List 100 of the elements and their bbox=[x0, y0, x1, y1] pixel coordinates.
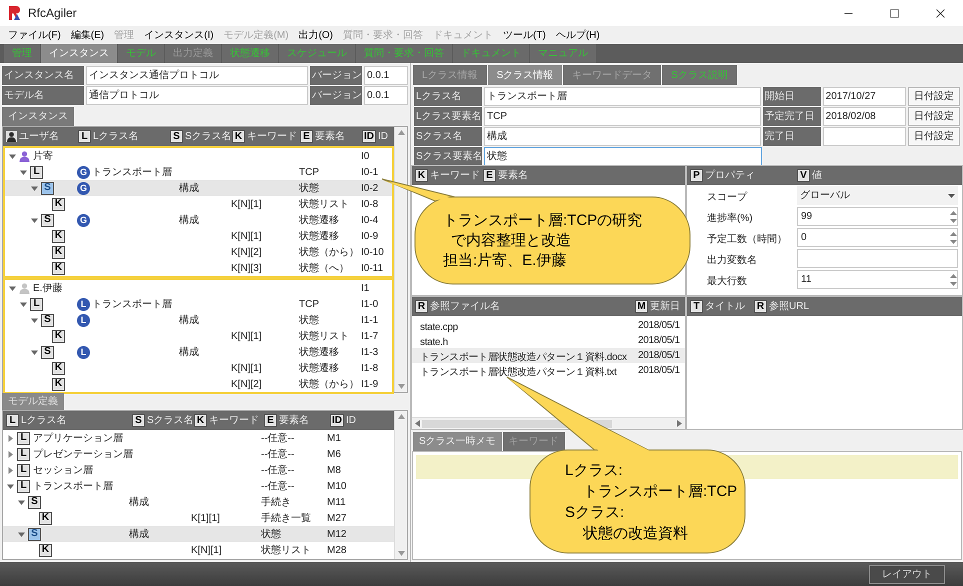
sclass-name: 構成 bbox=[179, 314, 199, 328]
element-name: --任意-- bbox=[261, 480, 294, 494]
letter-icon: ID bbox=[330, 414, 344, 427]
column-header: 参照URL bbox=[769, 300, 810, 314]
element-name: 状態（から） bbox=[299, 246, 359, 260]
keyword-text: K[N][1] bbox=[231, 362, 262, 376]
date-text: 2018/05/1 bbox=[638, 319, 680, 333]
letter-icon: ID bbox=[362, 130, 376, 143]
letter-icon: K bbox=[39, 512, 52, 524]
field-label: Sクラス要素名 bbox=[414, 147, 482, 166]
property-name: 最大行数 bbox=[707, 276, 747, 286]
letter-icon: L bbox=[17, 448, 30, 460]
column-header: 要素名 bbox=[279, 414, 309, 428]
user-name: 片寄 bbox=[33, 150, 53, 164]
id-text: I1-3 bbox=[361, 346, 378, 360]
letter-icon: K bbox=[415, 169, 428, 182]
sclass-name: 構成 bbox=[179, 214, 199, 228]
lclass-name: トランスポート層 bbox=[33, 480, 113, 494]
field-label: 予定完了日 bbox=[762, 107, 821, 126]
element-name: 状態遷移 bbox=[299, 230, 339, 244]
column-header: Sクラス名 bbox=[147, 414, 194, 428]
column-header: キーワード bbox=[247, 130, 297, 144]
property-name: 予定工数（時間） bbox=[707, 234, 787, 244]
letter-icon: E bbox=[300, 130, 313, 143]
element-name: 状態 bbox=[299, 314, 319, 328]
scope-icon: G bbox=[77, 214, 90, 226]
field-label: バージョン bbox=[310, 66, 362, 85]
id-text: M28 bbox=[327, 544, 346, 558]
column-header: キーワード bbox=[209, 414, 259, 428]
element-name: 状態遷移 bbox=[299, 362, 339, 376]
id-text: M8 bbox=[327, 464, 341, 478]
element-name: 状態リスト bbox=[299, 198, 349, 212]
letter-icon: L bbox=[30, 166, 43, 178]
element-name: 状態 bbox=[299, 182, 319, 196]
file-name: トランスポート層状態改造パターン１資料.docx bbox=[420, 352, 627, 362]
letter-icon: R bbox=[415, 300, 428, 313]
column-header: Lクラス名 bbox=[93, 130, 139, 144]
lclass-name: トランスポート層 bbox=[92, 166, 172, 180]
letter-icon: E bbox=[483, 169, 496, 182]
letter-icon: K bbox=[52, 230, 65, 242]
callout-text: トランスポート層:TCPの研究 で内容整理と改造 担当:片寄、E.伊藤 bbox=[443, 211, 642, 271]
column-header: Lクラス名 bbox=[21, 414, 67, 428]
letter-icon: M bbox=[635, 300, 648, 313]
letter-icon: E bbox=[264, 414, 277, 427]
keyword-text: K[N][2] bbox=[231, 378, 262, 392]
element-name: 手続き一覧 bbox=[261, 512, 311, 526]
date-text: 2018/05/1 bbox=[638, 349, 680, 363]
lclass-name: プレゼンテーション層 bbox=[33, 448, 133, 462]
scope-icon: L bbox=[77, 314, 90, 326]
field-label: Lクラス名 bbox=[414, 87, 482, 106]
id-text: I1-0 bbox=[361, 298, 378, 312]
lclass-name: セッション層 bbox=[33, 464, 93, 478]
sclass-name: 構成 bbox=[129, 496, 149, 510]
keyword-text: K[N][2] bbox=[231, 246, 262, 260]
letter-icon: S bbox=[41, 314, 54, 326]
field-label: モデル名 bbox=[2, 86, 84, 105]
element-name: --任意-- bbox=[261, 432, 294, 446]
letter-icon: S bbox=[132, 414, 145, 427]
column-header: プロパティ bbox=[705, 168, 755, 183]
id-text: M11 bbox=[327, 496, 346, 510]
letter-icon: K bbox=[52, 198, 65, 210]
id-text: I0-11 bbox=[361, 262, 384, 276]
column-header: タイトル bbox=[705, 300, 745, 314]
letter-icon: P bbox=[690, 169, 703, 182]
property-name: スコープ bbox=[707, 192, 747, 202]
letter-icon: L bbox=[78, 130, 91, 143]
id-text: I0-8 bbox=[361, 198, 378, 212]
letter-icon: S bbox=[28, 528, 41, 540]
field-label: インスタンス名 bbox=[2, 66, 84, 85]
scope-icon: G bbox=[77, 166, 90, 178]
date-text: 2018/05/1 bbox=[638, 364, 680, 378]
id-text: I1-8 bbox=[361, 362, 378, 376]
element-name: --任意-- bbox=[261, 448, 294, 462]
letter-icon: K bbox=[52, 262, 65, 274]
id-text: I0-2 bbox=[361, 182, 378, 196]
column-header: ID bbox=[346, 414, 356, 428]
property-name: 進捗率(%) bbox=[707, 212, 753, 224]
column-header: 参照ファイル名 bbox=[430, 300, 500, 314]
id-text: M1 bbox=[327, 432, 341, 446]
id-text: M27 bbox=[327, 512, 346, 526]
keyword-text: K[N][1] bbox=[231, 198, 262, 212]
element-name: --任意-- bbox=[261, 464, 294, 478]
letter-icon: R bbox=[754, 300, 767, 313]
scope-icon: G bbox=[77, 182, 90, 194]
id-text: M10 bbox=[327, 480, 346, 494]
letter-icon: K bbox=[52, 362, 65, 374]
field-label: 開始日 bbox=[762, 87, 821, 106]
letter-icon: L bbox=[30, 298, 43, 310]
window-title: RfcAgiler bbox=[28, 5, 77, 22]
file-name: state.h bbox=[420, 336, 448, 348]
id-text: M12 bbox=[327, 528, 346, 542]
letter-icon: L bbox=[17, 432, 30, 444]
callout-text: Lクラス: トランスポート層:TCP Sクラス: 状態の改造資料 bbox=[565, 461, 738, 544]
column-header: キーワード bbox=[430, 169, 480, 183]
letter-icon: V bbox=[797, 169, 810, 182]
letter-icon: S bbox=[41, 214, 54, 226]
scope-icon: L bbox=[77, 346, 90, 358]
id-text: I1-9 bbox=[361, 378, 378, 392]
letter-icon: S bbox=[28, 496, 41, 508]
id-text: I0-4 bbox=[361, 214, 378, 228]
